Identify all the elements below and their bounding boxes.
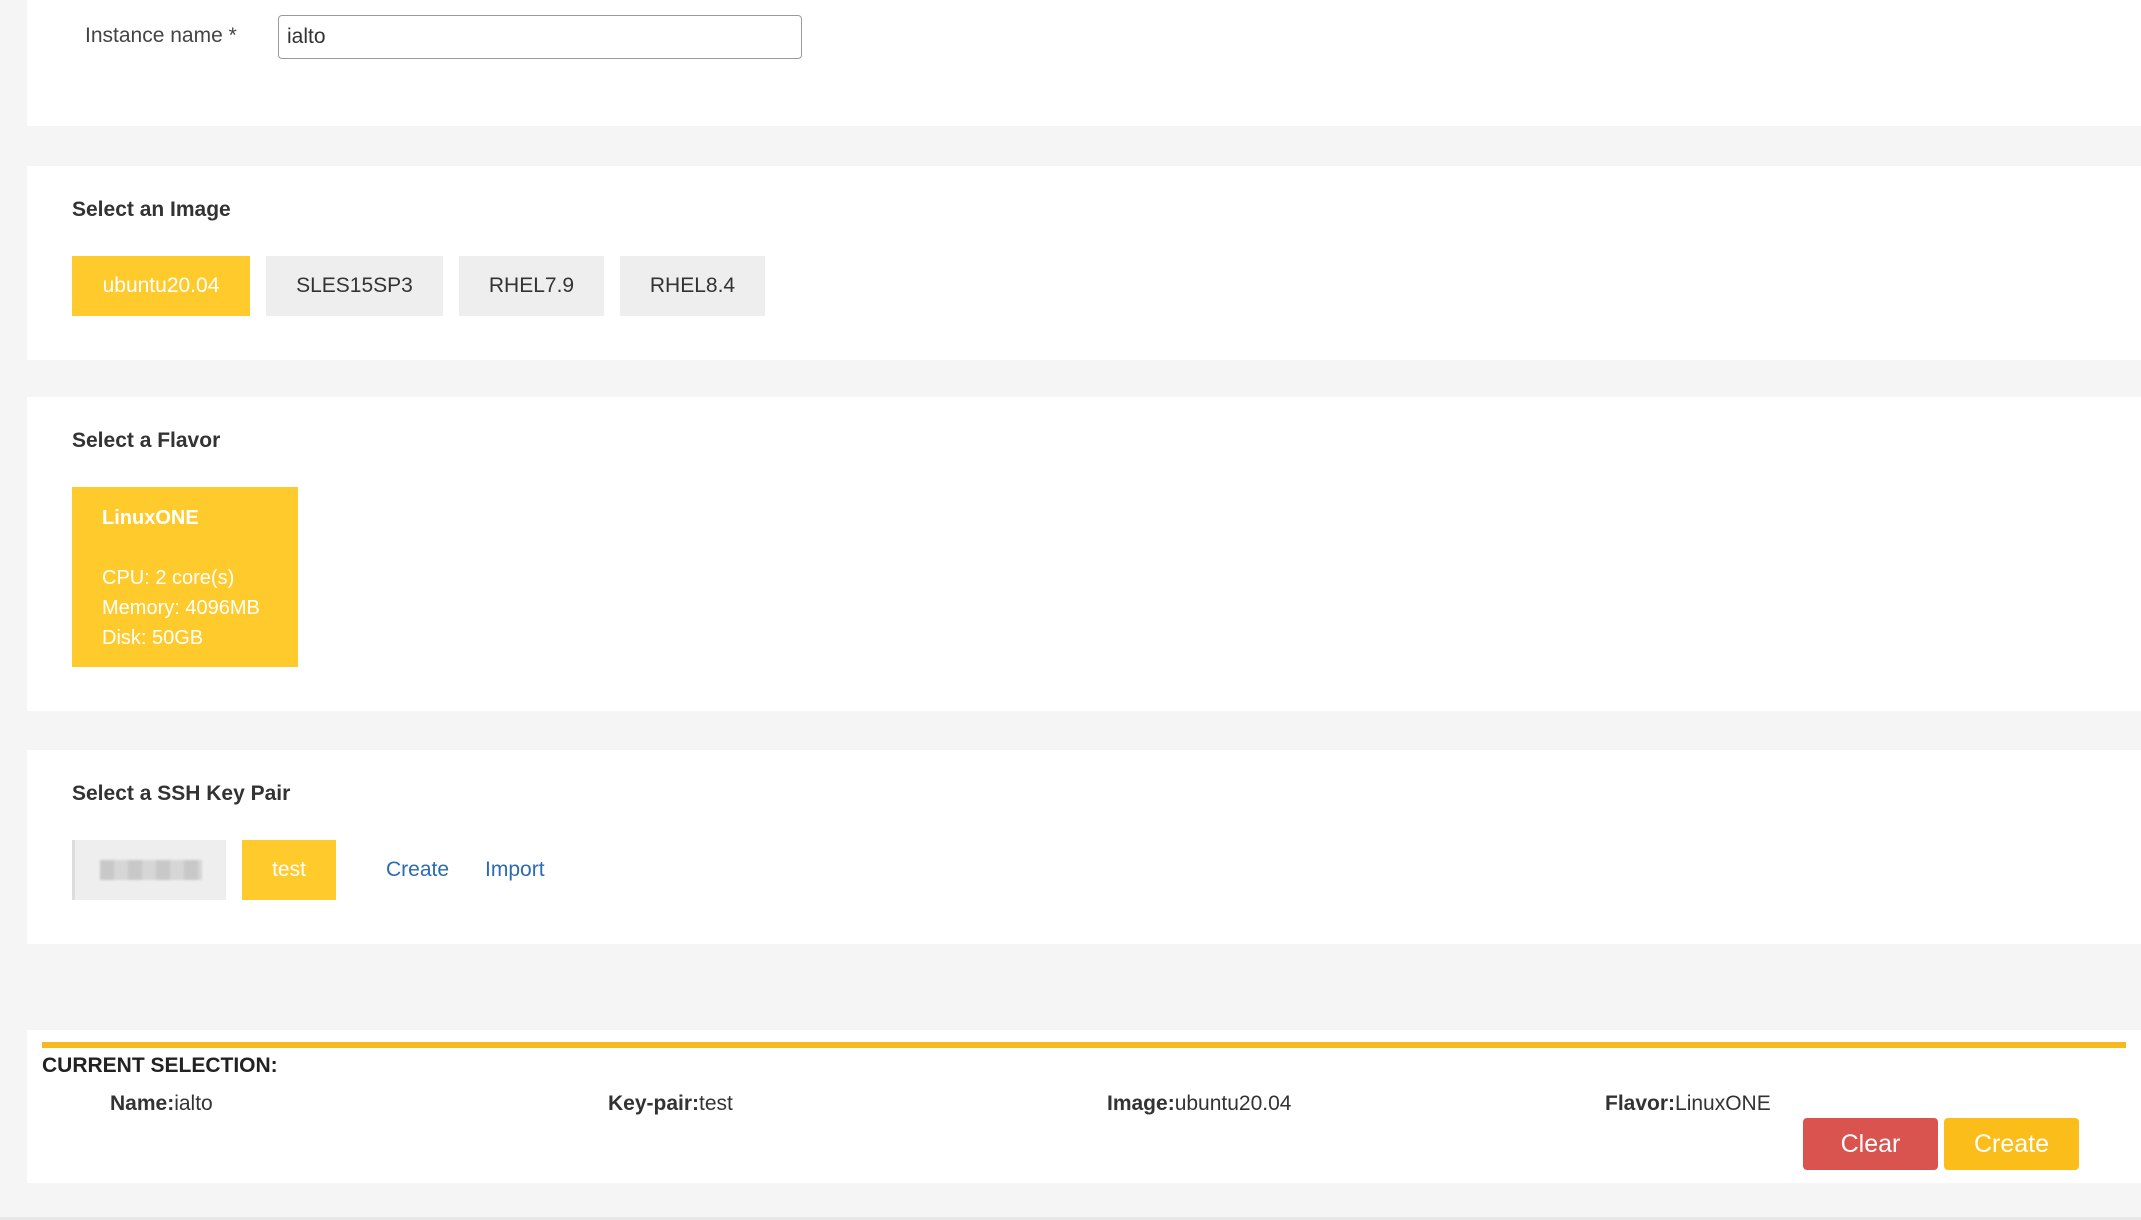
- selection-image-label: Image:: [1107, 1092, 1175, 1115]
- flavor-disk: Disk: 50GB: [102, 627, 204, 649]
- instance-name-input[interactable]: [278, 15, 802, 59]
- image-option-rhel84[interactable]: RHEL8.4: [620, 256, 765, 316]
- selection-keypair: Key-pair:test: [608, 1092, 733, 1116]
- ssh-key-option-test[interactable]: test: [242, 840, 336, 900]
- flavor-name: LinuxONE: [102, 507, 199, 529]
- selection-keypair-label: Key-pair:: [608, 1092, 700, 1115]
- current-selection-panel: CURRENT SELECTION: Name:ialto Key-pair:t…: [27, 1030, 2141, 1183]
- ssh-section-title: Select a SSH Key Pair: [72, 782, 291, 805]
- create-keypair-link[interactable]: Create: [386, 840, 449, 900]
- clear-button[interactable]: Clear: [1803, 1118, 1938, 1170]
- image-panel: Select an Image ubuntu20.04 SLES15SP3 RH…: [27, 166, 2141, 360]
- selection-flavor: Flavor:LinuxONE: [1605, 1092, 1771, 1116]
- selection-title: CURRENT SELECTION:: [42, 1054, 278, 1077]
- create-instance-button[interactable]: Create: [1944, 1118, 2079, 1170]
- image-section-title: Select an Image: [72, 198, 231, 221]
- ssh-key-options: test Create Import: [72, 840, 545, 900]
- selection-keypair-value: test: [699, 1092, 733, 1115]
- selection-image-value: ubuntu20.04: [1174, 1092, 1292, 1115]
- selection-image: Image:ubuntu20.04: [1107, 1092, 1291, 1116]
- ssh-keypair-panel: Select a SSH Key Pair test Create Import: [27, 750, 2141, 944]
- flavor-panel: Select a Flavor LinuxONE CPU: 2 core(s) …: [27, 397, 2141, 711]
- selection-flavor-value: LinuxONE: [1675, 1092, 1771, 1115]
- image-option-ubuntu[interactable]: ubuntu20.04: [72, 256, 250, 316]
- selection-flavor-label: Flavor:: [1605, 1092, 1676, 1115]
- import-keypair-link[interactable]: Import: [485, 840, 545, 900]
- flavor-section-title: Select a Flavor: [72, 429, 221, 452]
- flavor-memory: Memory: 4096MB: [102, 597, 260, 619]
- selection-name: Name:ialto: [110, 1092, 213, 1116]
- image-option-rhel79[interactable]: RHEL7.9: [459, 256, 604, 316]
- flavor-card-linuxone[interactable]: LinuxONE CPU: 2 core(s) Memory: 4096MB D…: [72, 487, 298, 667]
- selection-name-label: Name:: [110, 1092, 175, 1115]
- image-options: ubuntu20.04 SLES15SP3 RHEL7.9 RHEL8.4: [72, 256, 765, 316]
- flavor-cpu: CPU: 2 core(s): [102, 567, 235, 589]
- instance-name-label: Instance name *: [85, 24, 237, 47]
- ssh-key-option-redacted[interactable]: [72, 840, 226, 900]
- redacted-key-name: [99, 860, 202, 880]
- selection-name-value: ialto: [174, 1092, 213, 1115]
- image-option-sles[interactable]: SLES15SP3: [266, 256, 443, 316]
- selection-divider: [42, 1042, 2126, 1048]
- instance-name-panel: Instance name *: [27, 0, 2141, 126]
